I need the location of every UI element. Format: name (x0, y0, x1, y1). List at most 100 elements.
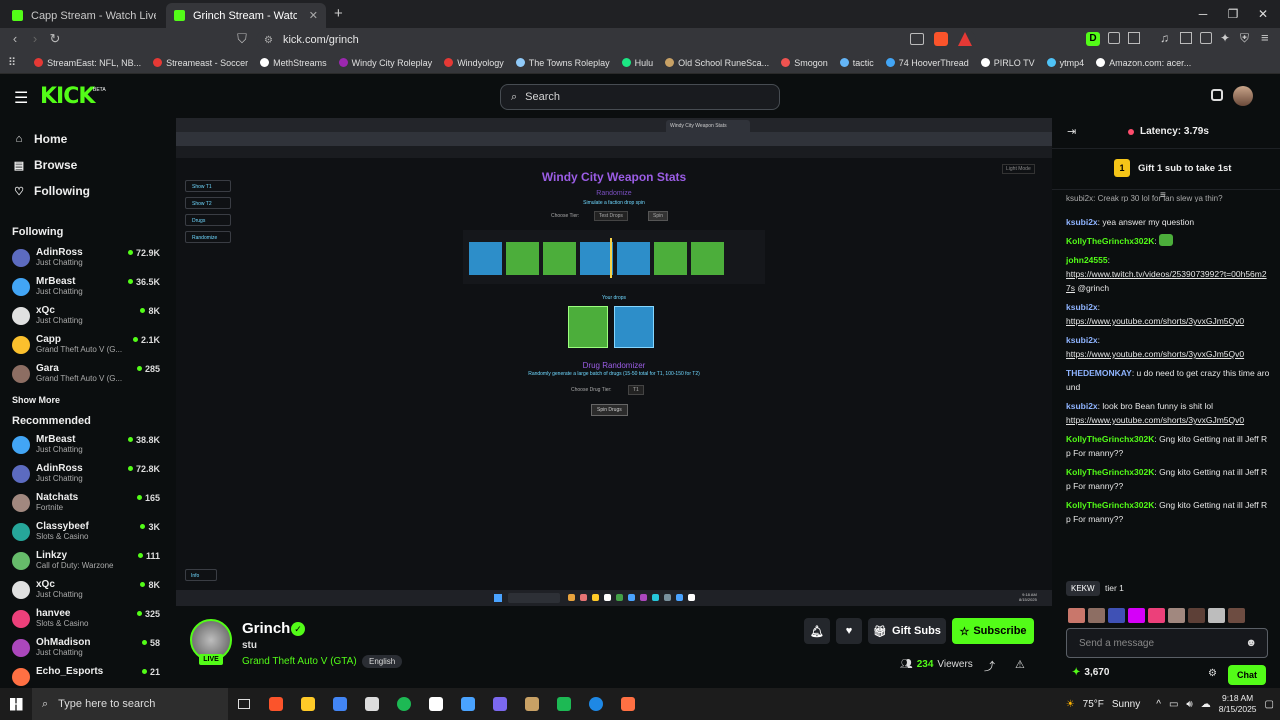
gift-subs-button[interactable]: 🎁︎ Gift Subs (868, 618, 946, 644)
screenshot-icon[interactable] (1128, 32, 1140, 44)
collapse-chat-icon[interactable]: ⇥ (1067, 125, 1076, 138)
emote-icon[interactable] (1088, 608, 1105, 623)
user-avatar[interactable] (1233, 86, 1253, 106)
emote-icon[interactable] (1168, 608, 1185, 623)
tab-grinch[interactable]: Grinch Stream - Watch Live o ✕ (166, 3, 326, 28)
minimize-icon[interactable]: ─ (1188, 0, 1218, 28)
nav-browse[interactable]: ▤ Browse (0, 152, 176, 178)
task-view-icon[interactable] (228, 688, 260, 720)
video-player[interactable]: Windy City Weapon Stats Light Mode Windy… (176, 118, 1052, 606)
notifications-bell-button[interactable]: 🔔︎ (804, 618, 830, 644)
maximize-icon[interactable]: ❐ (1218, 0, 1248, 28)
kick-logo[interactable]: KICK (40, 84, 95, 109)
subscribe-button[interactable]: ☆ Subscribe (952, 618, 1034, 644)
bookmark-item[interactable]: tactic (834, 58, 880, 68)
chat-username[interactable]: ksubi2x (1066, 401, 1098, 411)
weather-icon[interactable]: ☀ (1066, 699, 1075, 710)
emote-icon[interactable] (1228, 608, 1245, 623)
weather-temp[interactable]: 75°F (1083, 699, 1104, 710)
chat-username[interactable]: john24555 (1066, 255, 1108, 265)
channel-item[interactable]: OhMadison Just Chatting 58 (0, 634, 176, 663)
notifications-icon[interactable]: ▢ (1265, 699, 1274, 710)
channel-item[interactable]: MrBeast Just Chatting 36.5K (0, 273, 176, 302)
hamburger-menu-icon[interactable]: ☰ (14, 88, 28, 108)
vpn-icon[interactable]: ⛨ (1240, 31, 1249, 46)
streamer-name[interactable]: Grinch (242, 620, 290, 637)
bookmark-item[interactable]: 74 HooverThread (880, 58, 975, 68)
channel-item[interactable]: AdinRoss Just Chatting 72.9K (0, 244, 176, 273)
new-tab-button[interactable]: + (334, 5, 343, 22)
brave-shields-icon[interactable] (934, 32, 948, 46)
bookmark-item[interactable]: Amazon.com: acer... (1090, 58, 1197, 68)
taskbar-app-icon[interactable] (292, 688, 324, 720)
bookmark-item[interactable]: Windyology (438, 58, 510, 68)
forward-icon[interactable]: › (25, 31, 45, 49)
emote-icon[interactable] (1148, 608, 1165, 623)
chat-username[interactable]: ksubi2x (1066, 302, 1098, 312)
onedrive-icon[interactable]: ☁ (1201, 699, 1211, 710)
site-info-icon[interactable]: ⚙ (264, 35, 273, 46)
close-tab-icon[interactable]: ✕ (309, 9, 318, 22)
channel-item[interactable]: MrBeast Just Chatting 38.8K (0, 431, 176, 460)
channel-points[interactable]: ✦ 3,670 (1072, 667, 1109, 678)
weather-desc[interactable]: Sunny (1112, 699, 1140, 710)
tray-chevron-icon[interactable]: ^ (1156, 699, 1161, 710)
share-icon[interactable]: ⤴ (984, 658, 995, 674)
sidebar-icon[interactable] (1180, 32, 1192, 44)
emote-icon[interactable] (1108, 608, 1125, 623)
emote-icon[interactable] (1068, 608, 1085, 623)
bookmark-item[interactable]: MethStreams (254, 58, 333, 68)
bookmark-item[interactable]: PIRLO TV (975, 58, 1041, 68)
bookmark-item[interactable]: ytmp4 (1041, 58, 1091, 68)
taskbar-app-icon[interactable] (420, 688, 452, 720)
bookmark-item[interactable]: Smogon (775, 58, 834, 68)
taskbar-app-icon[interactable] (516, 688, 548, 720)
reload-icon[interactable]: ↻ (45, 31, 65, 49)
nav-following[interactable]: ♡ Following (0, 178, 176, 204)
chat-username[interactable]: KollyTheGrinchx302K (1066, 236, 1154, 246)
taskbar-app-icon[interactable] (356, 688, 388, 720)
media-icon[interactable]: ♫ (1160, 31, 1169, 45)
close-window-icon[interactable]: ✕ (1248, 0, 1278, 28)
leo-ai-icon[interactable]: ✦ (1220, 31, 1230, 45)
network-icon[interactable]: ▭ (1169, 699, 1178, 710)
bookmark-item[interactable]: Streameast - Soccer (147, 58, 254, 68)
emote-icon[interactable] (1188, 608, 1205, 623)
taskbar-app-icon[interactable] (580, 688, 612, 720)
search-input[interactable]: ⌕ Search (500, 84, 780, 110)
extensions-icon[interactable] (1108, 32, 1120, 44)
bookmark-item[interactable]: StreamEast: NFL, NB... (28, 58, 147, 68)
channel-item[interactable]: hanvee Slots & Casino 325 (0, 605, 176, 634)
report-icon[interactable]: ⚠ (1015, 658, 1025, 671)
channel-item[interactable]: xQc Just Chatting 8K (0, 576, 176, 605)
volume-icon[interactable]: 🔊︎ (1186, 699, 1192, 710)
taskbar-app-icon[interactable] (260, 688, 292, 720)
bookmark-item[interactable]: The Towns Roleplay (510, 58, 616, 68)
channel-item[interactable]: Linkzy Call of Duty: Warzone 111 (0, 547, 176, 576)
bookmark-item[interactable]: Old School RuneSca... (659, 58, 775, 68)
chat-username[interactable]: KollyTheGrinchx302K (1066, 500, 1154, 510)
emote-icon[interactable] (1128, 608, 1145, 623)
chat-username[interactable]: ksubi2x (1066, 335, 1098, 345)
chat-settings-icon[interactable]: ⚙ (1208, 668, 1217, 679)
tab-capp[interactable]: Capp Stream - Watch Live on Kick (4, 3, 164, 28)
channel-item[interactable]: Natchats Fortnite 165 (0, 489, 176, 518)
chat-link[interactable]: https://www.youtube.com/shorts/3yvxGJm5Q… (1066, 415, 1244, 425)
chat-send-button[interactable]: Chat (1228, 665, 1266, 685)
channel-item[interactable]: Capp Grand Theft Auto V (G... 2.1K (0, 331, 176, 360)
channel-item[interactable]: xQc Just Chatting 8K (0, 302, 176, 331)
channel-item[interactable]: AdinRoss Just Chatting 72.8K (0, 460, 176, 489)
apps-icon[interactable]: ⠿ (8, 56, 16, 69)
clock[interactable]: 9:18 AM 8/15/2025 (1219, 693, 1257, 715)
wallet-icon[interactable] (1200, 32, 1212, 44)
bookmark-item[interactable]: Hulu (616, 58, 660, 68)
menu-icon[interactable]: ≡ (1261, 30, 1269, 45)
show-more-link[interactable]: Show More (0, 389, 176, 411)
share-icon[interactable] (910, 33, 924, 45)
taskbar-app-icon[interactable] (548, 688, 580, 720)
follow-heart-button[interactable]: ♥ (836, 618, 862, 644)
chat-username[interactable]: KollyTheGrinchx302K (1066, 467, 1154, 477)
bookmark-item[interactable]: Windy City Roleplay (333, 58, 439, 68)
back-icon[interactable]: ‹ (5, 31, 25, 49)
taskbar-app-icon[interactable] (484, 688, 516, 720)
